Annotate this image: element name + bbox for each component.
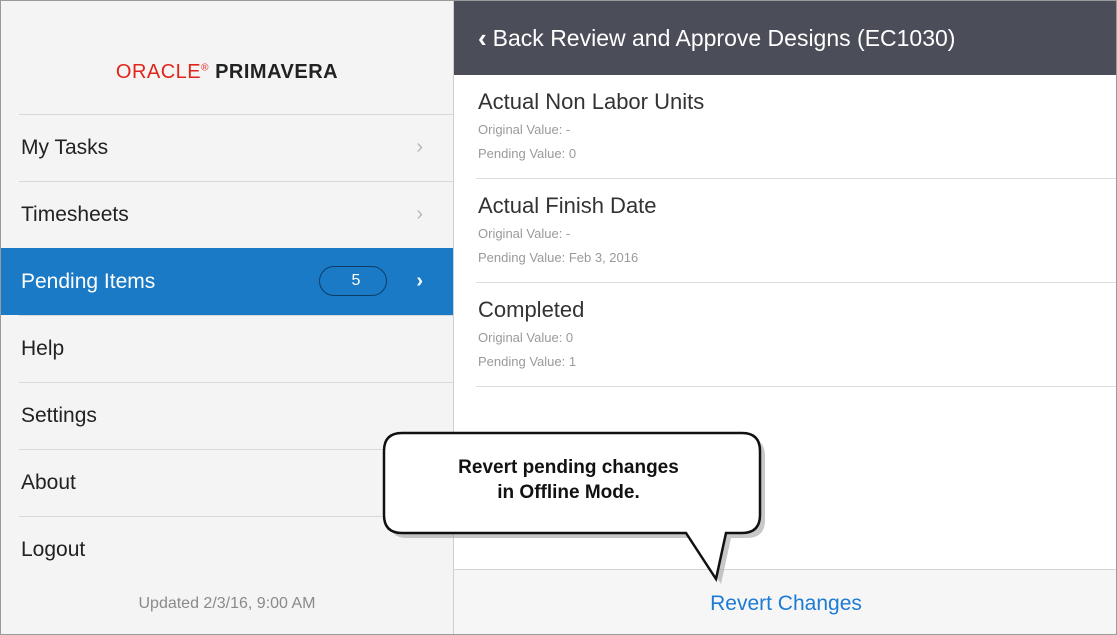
detail-header: ‹ Back Review and Approve Designs (EC103… [454, 1, 1116, 75]
callout-bubble [382, 431, 765, 584]
revert-changes-button[interactable]: Revert Changes [454, 592, 1116, 616]
field-name: Actual Finish Date [478, 193, 657, 218]
sidebar-item-label: Pending Items [21, 270, 156, 293]
sidebar-item-timesheets[interactable]: Timesheets › [19, 181, 453, 248]
last-updated-text: Updated 2/3/16, 9:00 AM [138, 595, 316, 612]
pending-fields-list: Actual Non Labor Units Original Value: -… [454, 75, 1116, 387]
list-item: Actual Finish Date Original Value: - Pen… [476, 179, 1116, 283]
oracle-primavera-logo: ORACLE® PRIMAVERA [115, 61, 339, 83]
sidebar-item-pending-items[interactable]: Pending Items 5 › [1, 248, 453, 315]
sidebar-item-label: About [21, 471, 76, 494]
original-value: Original Value: - [478, 226, 571, 241]
pending-count-badge: 5 [319, 266, 387, 296]
sidebar-item-label: Settings [21, 404, 97, 427]
sidebar-item-help[interactable]: Help [19, 315, 453, 382]
list-item: Actual Non Labor Units Original Value: -… [476, 75, 1116, 179]
sidebar-item-my-tasks[interactable]: My Tasks › [19, 114, 453, 181]
callout-text: Revert pending changes in Offline Mode. [458, 457, 679, 503]
original-value: Original Value: 0 [478, 330, 574, 345]
field-name: Completed [478, 297, 585, 322]
chevron-right-icon: › [416, 203, 423, 225]
original-value: Original Value: - [478, 122, 571, 137]
pending-value: Pending Value: 1 [478, 354, 577, 369]
back-button-title[interactable]: Back Review and Approve Designs (EC1030) [493, 25, 956, 52]
chevron-right-icon: › [416, 136, 423, 158]
field-name: Actual Non Labor Units [478, 89, 705, 114]
sidebar-item-label: Help [21, 337, 65, 360]
list-item: Completed Original Value: 0 Pending Valu… [476, 283, 1116, 387]
sidebar-item-label: Timesheets [21, 203, 129, 226]
pending-value: Pending Value: Feb 3, 2016 [478, 250, 639, 265]
app-window: ORACLE® PRIMAVERA My Tasks › Timesheets … [0, 0, 1117, 635]
pending-value: Pending Value: 0 [478, 146, 577, 161]
callout-annotation: Revert pending changes in Offline Mode. [376, 427, 771, 590]
chevron-right-icon: › [416, 270, 423, 292]
sidebar-item-label: Logout [21, 538, 86, 561]
sidebar-item-label: My Tasks [21, 136, 109, 159]
chevron-left-icon[interactable]: ‹ [478, 23, 487, 54]
